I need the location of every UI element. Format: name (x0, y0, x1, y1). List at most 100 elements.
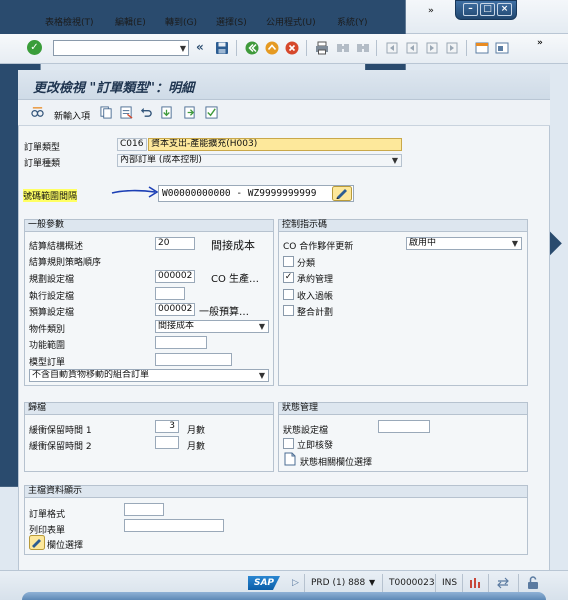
menu-utilities[interactable]: 公用程式(U) (266, 15, 316, 28)
status-profile-input[interactable] (378, 420, 430, 433)
execution-profile-input[interactable] (155, 287, 185, 300)
number-range-label: 號碼範圍間隔 (23, 189, 78, 202)
co-partner-update-label: CO 合作夥伴更新 (283, 242, 354, 252)
functional-area-input[interactable] (155, 336, 207, 349)
residence-time-2-input[interactable] (155, 436, 179, 449)
settlement-profile-label: 結算結構概述 (29, 242, 84, 252)
find-icon[interactable] (336, 41, 350, 55)
model-order-label: 模型訂單 (29, 358, 66, 368)
menu-system[interactable]: 系統(Y) (337, 15, 368, 28)
close-icon[interactable]: × (497, 3, 512, 16)
planning-profile-label: 規劃設定檔 (29, 275, 75, 285)
save-icon[interactable] (215, 41, 229, 55)
maximize-icon[interactable]: □ (480, 3, 495, 16)
planning-profile-text: CO 生產… (211, 274, 260, 285)
toolbar-separator (306, 40, 307, 56)
back-icon[interactable] (245, 41, 259, 55)
revenue-postings-label: 收入過帳 (297, 292, 334, 302)
order-layout-label: 訂單格式 (29, 510, 66, 520)
toolbar-separator (376, 40, 377, 56)
minimize-icon[interactable]: – (463, 3, 478, 16)
select-all-icon[interactable] (205, 106, 218, 119)
chevron-down-icon[interactable]: ▼ (180, 44, 186, 53)
order-type-code: C016 (117, 138, 147, 151)
menu-edit[interactable]: 編輯(E) (115, 15, 146, 28)
arrow-annotation (111, 186, 159, 198)
order-category-select[interactable]: 內部訂單 (成本控制) (117, 154, 402, 167)
previous-page-icon[interactable] (405, 41, 419, 55)
command-field[interactable]: ▼ (53, 40, 189, 56)
planning-profile-input[interactable]: 000002 (155, 270, 195, 283)
copy-icon[interactable] (100, 106, 113, 119)
settlement-profile-input[interactable]: 20 (155, 237, 195, 250)
cancel-icon[interactable] (285, 41, 299, 55)
bottom-frame-edge (22, 592, 546, 600)
undo-icon[interactable] (140, 106, 153, 119)
enter-check-icon[interactable]: ✓ (27, 40, 42, 55)
print-icon[interactable] (315, 41, 329, 55)
order-type-description-input[interactable]: 資本支出-產能擴充(H003) (148, 138, 402, 151)
toolbar-separator (236, 40, 237, 56)
classification-checkbox[interactable] (283, 256, 294, 267)
budget-profile-input[interactable]: 000002 (155, 303, 195, 316)
delete-icon[interactable] (120, 106, 133, 119)
status-field-selection-button[interactable]: 狀態相關欄位選擇 (300, 455, 372, 468)
status-separator (462, 574, 463, 592)
menu-table-view[interactable]: 表格檢視(T) (45, 15, 94, 28)
residence-time-1-input[interactable]: 3 (155, 420, 179, 433)
double-chevron-left-icon[interactable]: « (196, 40, 204, 54)
pencil-icon[interactable] (29, 535, 45, 550)
menu-select[interactable]: 選擇(S) (216, 15, 247, 28)
functional-area-label: 功能範圍 (29, 341, 66, 351)
execution-profile-label: 執行設定檔 (29, 292, 75, 302)
pencil-edit-icon[interactable] (332, 186, 352, 201)
order-category-label: 訂單種類 (24, 159, 61, 169)
chevron-down-icon[interactable]: ▼ (369, 578, 375, 587)
print-form-input[interactable] (124, 519, 224, 532)
archiving-group: 歸檔 (24, 402, 274, 472)
find-next-icon[interactable] (356, 41, 370, 55)
residence-time-2-label: 緩衝保留時間 2 (29, 442, 92, 452)
settlement-rule-label: 結算規則策略順序 (29, 258, 102, 268)
status-profile-label: 狀態設定檔 (283, 426, 329, 436)
goods-movement-select[interactable]: 不含自動貨物移動的組合訂單 (29, 369, 269, 382)
master-data-display-header: 主檔資料顯示 (25, 486, 527, 498)
next-entry-icon[interactable] (183, 106, 196, 119)
budget-profile-label: 預算設定檔 (29, 308, 75, 318)
residence-time-1-label: 緩衝保留時間 1 (29, 426, 92, 436)
next-page-icon[interactable] (425, 41, 439, 55)
co-partner-update-select[interactable]: 啟用中 (406, 237, 522, 250)
budget-profile-text: 一般預算… (199, 307, 249, 318)
field-selection-button[interactable]: 欄位選擇 (47, 538, 83, 551)
general-parameters-header: 一般參數 (25, 220, 273, 232)
classification-label: 分類 (297, 259, 316, 269)
control-indicators-header: 控制指示碼 (279, 220, 527, 232)
lock-icon[interactable] (526, 575, 540, 590)
menu-goto[interactable]: 轉到(G) (165, 15, 197, 28)
shortcut-icon[interactable] (495, 41, 509, 55)
connection-icon (470, 578, 480, 588)
new-entries-button[interactable]: 新輸入項 (54, 109, 90, 122)
first-page-icon[interactable] (385, 41, 399, 55)
status-separator (435, 574, 436, 592)
commitment-mgmt-checkbox[interactable]: ✓ (283, 272, 294, 283)
release-immediately-checkbox[interactable] (283, 438, 294, 449)
play-icon[interactable]: ▷ (292, 578, 299, 588)
object-class-select[interactable]: 間接成本 (155, 320, 269, 333)
order-layout-input[interactable] (124, 503, 164, 516)
exit-transaction-icon[interactable] (265, 41, 279, 55)
previous-entry-icon[interactable] (160, 106, 173, 119)
integrated-planning-checkbox[interactable] (283, 305, 294, 316)
last-page-icon[interactable] (445, 41, 459, 55)
create-session-icon[interactable] (475, 41, 489, 55)
model-order-input[interactable] (155, 353, 232, 366)
settlement-profile-text: 間接成本 (211, 239, 255, 252)
toolbar-more-button[interactable]: » (537, 38, 543, 48)
glasses-change-display-icon[interactable] (31, 106, 44, 119)
revenue-postings-checkbox[interactable] (283, 289, 294, 300)
menu-more-button[interactable]: » (428, 6, 434, 16)
status-management-header: 狀態管理 (279, 403, 527, 415)
document-icon[interactable] (283, 452, 297, 466)
master-data-display-group: 主檔資料顯示 (24, 485, 528, 555)
system-info: PRD (1) 888 (311, 578, 366, 588)
